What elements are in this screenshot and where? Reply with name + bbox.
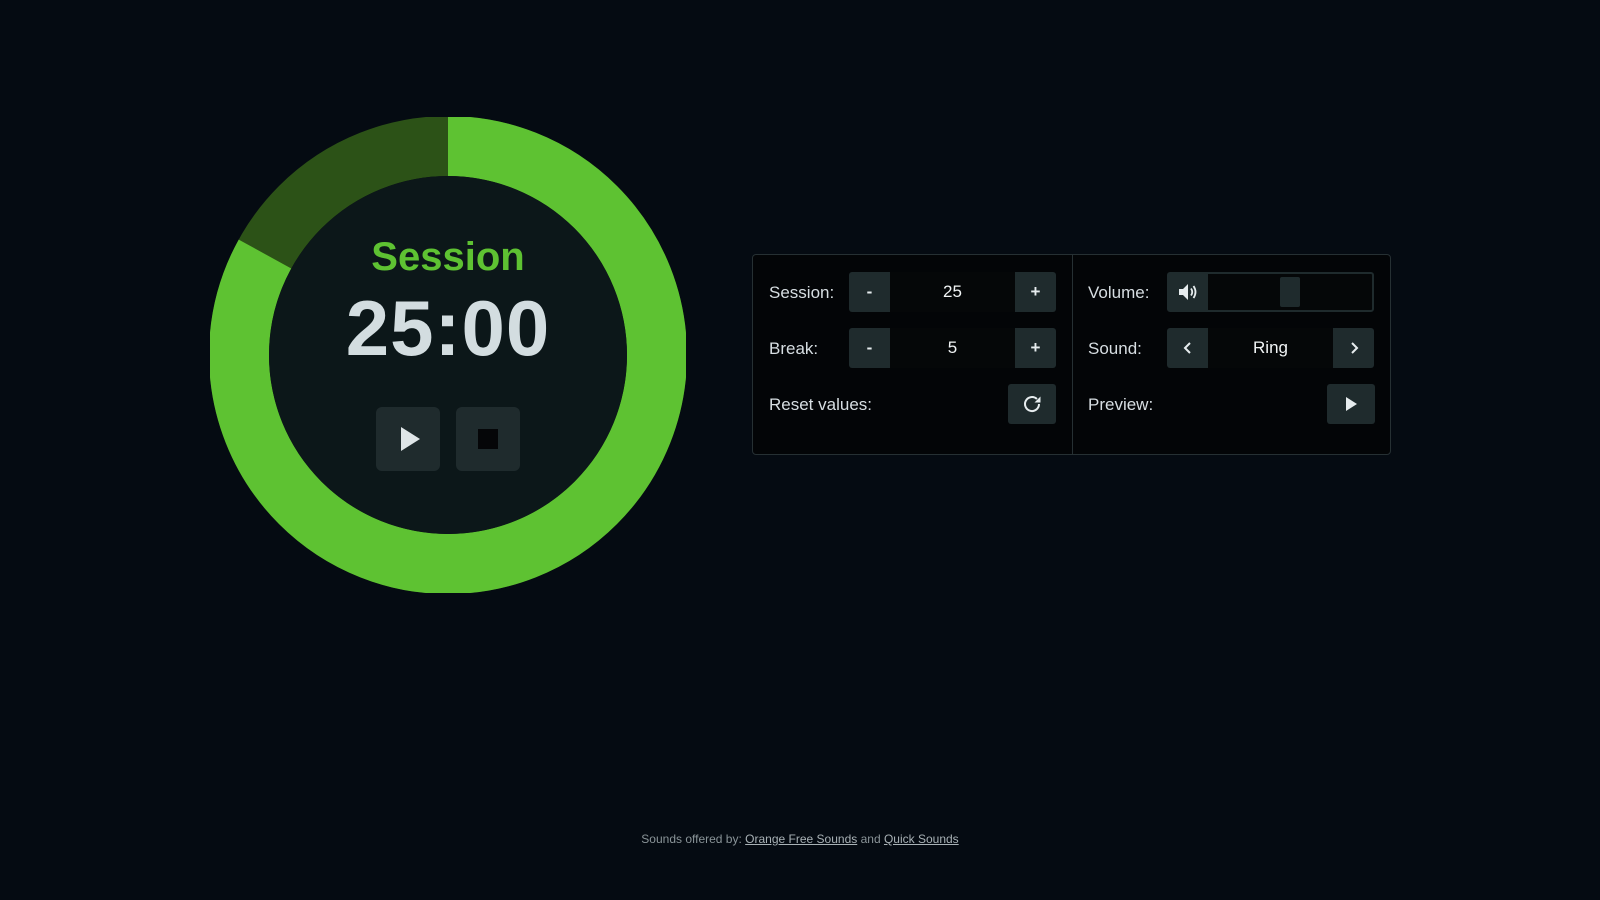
session-length-input[interactable] xyxy=(890,272,1015,312)
volume-slider[interactable] xyxy=(1208,274,1372,310)
dial-face: Session 25:00 xyxy=(210,117,686,593)
reset-label: Reset values: xyxy=(769,395,872,414)
settings-panel: Session: - + Break: - + Reset values: Vo… xyxy=(752,254,1391,455)
session-increment-button[interactable]: + xyxy=(1015,272,1056,312)
chevron-right-icon xyxy=(1350,342,1358,354)
credits-prefix: Sounds offered by: xyxy=(641,832,742,846)
pomodoro-app: Session 25:00 Session: - + Break: - + Re… xyxy=(0,0,1600,900)
volume-mute-button[interactable] xyxy=(1169,274,1208,310)
play-icon xyxy=(401,427,420,451)
sound-label: Sound: xyxy=(1088,339,1142,358)
preview-label: Preview: xyxy=(1088,395,1154,414)
volume-icon xyxy=(1178,284,1196,300)
reset-button[interactable] xyxy=(1008,384,1056,424)
session-decrement-button[interactable]: - xyxy=(849,272,890,312)
break-label: Break: xyxy=(769,339,819,358)
sound-prev-button[interactable] xyxy=(1167,328,1208,368)
break-length-input[interactable] xyxy=(890,328,1015,368)
stop-icon xyxy=(478,429,498,449)
panel-divider xyxy=(1072,255,1073,454)
volume-control xyxy=(1167,272,1374,312)
volume-slider-thumb[interactable] xyxy=(1280,277,1300,307)
reset-icon xyxy=(1024,396,1041,413)
volume-label: Volume: xyxy=(1088,283,1150,302)
start-button[interactable] xyxy=(376,407,440,471)
sound-next-button[interactable] xyxy=(1333,328,1374,368)
timer-dial: Session 25:00 xyxy=(210,117,686,593)
sound-name: Ring xyxy=(1253,338,1288,357)
play-icon xyxy=(1346,397,1357,411)
chevron-left-icon xyxy=(1183,342,1191,354)
credits-conjunction: and xyxy=(860,832,881,846)
orange-free-sounds-link[interactable]: Orange Free Sounds xyxy=(745,832,857,846)
stop-button[interactable] xyxy=(456,407,520,471)
quick-sounds-link[interactable]: Quick Sounds xyxy=(884,832,959,846)
break-increment-button[interactable]: + xyxy=(1015,328,1056,368)
break-stepper: - + xyxy=(849,328,1056,368)
session-stepper: - + xyxy=(849,272,1056,312)
break-decrement-button[interactable]: - xyxy=(849,328,890,368)
time-display: 25:00 xyxy=(345,284,551,372)
phase-label: Session xyxy=(371,235,525,279)
preview-button[interactable] xyxy=(1327,384,1375,424)
sound-credits: Sounds offered by: Orange Free Sounds an… xyxy=(0,832,1600,846)
sound-selector: Ring xyxy=(1167,328,1374,368)
session-label: Session: xyxy=(769,283,835,302)
